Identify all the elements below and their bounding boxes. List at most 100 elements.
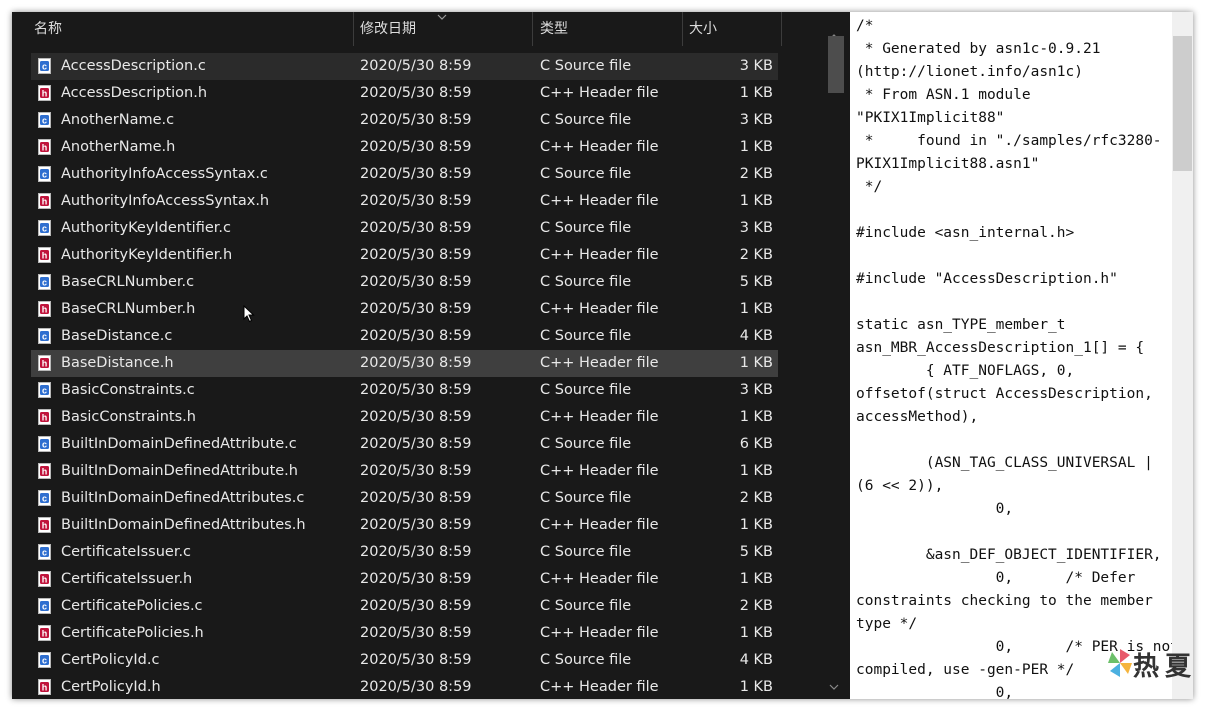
code-line: offsetof(struct AccessDescription, <box>856 386 1153 402</box>
svg-text:h: h <box>42 413 48 423</box>
file-date: 2020/5/30 8:59 <box>360 382 472 398</box>
file-size: 1 KB <box>739 463 773 479</box>
file-row[interactable]: c CertificatePolicies.c 2020/5/30 8:59 C So… <box>31 593 778 620</box>
code-line: (http://lionet.info/asn1c) <box>856 64 1083 80</box>
file-name: BuiltInDomainDefinedAttributes.c <box>61 490 305 506</box>
code-line: type */ <box>856 616 918 632</box>
file-date: 2020/5/30 8:59 <box>360 571 472 587</box>
file-row[interactable]: h BuiltInDomainDefinedAttribute.h 2020/5/3… <box>31 458 778 485</box>
file-row[interactable]: c BaseCRLNumber.c 2020/5/30 8:59 C Source f… <box>31 269 778 296</box>
file-date: 2020/5/30 8:59 <box>360 463 472 479</box>
c-source-file-icon: c <box>38 598 51 614</box>
explorer-window: 名称 修改日期 类型 大小 c AccessDescription.c 2020/5… <box>12 12 1193 699</box>
svg-text:c: c <box>42 602 47 612</box>
c-source-file-icon: c <box>38 436 51 452</box>
file-row[interactable]: h CertificatePolicies.h 2020/5/30 8:59 C++ … <box>31 620 778 647</box>
svg-text:h: h <box>42 197 48 207</box>
file-name: CertPolicyId.c <box>61 652 160 668</box>
file-row[interactable]: c AccessDescription.c 2020/5/30 8:59 C Sour… <box>31 53 778 80</box>
file-size: 1 KB <box>739 409 773 425</box>
svg-text:h: h <box>42 143 48 153</box>
column-divider[interactable] <box>353 12 354 46</box>
cpp-header-file-icon: h <box>38 193 51 209</box>
code-line: PKIX1Implicit88.asn1" <box>856 156 1040 172</box>
file-name: AuthorityInfoAccessSyntax.c <box>61 166 268 182</box>
column-date[interactable]: 修改日期 <box>360 12 530 46</box>
column-divider[interactable] <box>781 12 782 46</box>
code-line: #include "AccessDescription.h" <box>856 271 1118 287</box>
file-row[interactable]: c BaseDistance.c 2020/5/30 8:59 C Source fi… <box>31 323 778 350</box>
file-size: 3 KB <box>739 220 773 236</box>
file-row[interactable]: h BasicConstraints.h 2020/5/30 8:59 C++ Hea… <box>31 404 778 431</box>
file-row[interactable]: h AccessDescription.h 2020/5/30 8:59 C++ He… <box>31 80 778 107</box>
file-date: 2020/5/30 8:59 <box>360 112 472 128</box>
file-row[interactable]: c AuthorityKeyIdentifier.c 2020/5/30 8:59 C… <box>31 215 778 242</box>
file-size: 5 KB <box>739 544 773 560</box>
svg-text:h: h <box>42 683 48 693</box>
list-scrollbar[interactable] <box>826 30 844 695</box>
file-date: 2020/5/30 8:59 <box>360 409 472 425</box>
svg-text:c: c <box>42 332 47 342</box>
svg-text:h: h <box>42 629 48 639</box>
file-row[interactable]: h CertPolicyId.h 2020/5/30 8:59 C++ Header … <box>31 674 778 699</box>
file-name: AuthorityKeyIdentifier.c <box>61 220 231 236</box>
column-divider[interactable] <box>532 12 533 46</box>
file-size: 5 KB <box>739 274 773 290</box>
preview-scrollbar[interactable] <box>1172 12 1193 699</box>
file-type: C++ Header file <box>540 139 659 155</box>
code-line: /* <box>856 18 874 34</box>
file-size: 3 KB <box>739 382 773 398</box>
file-date: 2020/5/30 8:59 <box>360 652 472 668</box>
file-row[interactable]: c BasicConstraints.c 2020/5/30 8:59 C Sourc… <box>31 377 778 404</box>
file-row[interactable]: c AnotherName.c 2020/5/30 8:59 C Source fil… <box>31 107 778 134</box>
file-size: 1 KB <box>739 571 773 587</box>
code-line: accessMethod), <box>856 409 979 425</box>
column-divider[interactable] <box>682 12 683 46</box>
c-source-file-icon: c <box>38 166 51 182</box>
svg-text:c: c <box>42 62 47 72</box>
file-name: BaseCRLNumber.h <box>61 301 196 317</box>
file-type: C++ Header file <box>540 625 659 641</box>
file-row[interactable]: h BuiltInDomainDefinedAttributes.h 2020/5/… <box>31 512 778 539</box>
svg-text:h: h <box>42 89 48 99</box>
file-row[interactable]: c CertificateIssuer.c 2020/5/30 8:59 C Sour… <box>31 539 778 566</box>
file-type: C Source file <box>540 112 632 128</box>
file-row[interactable]: h BaseCRLNumber.h 2020/5/30 8:59 C++ Header… <box>31 296 778 323</box>
scroll-down-icon[interactable] <box>829 684 839 690</box>
column-type[interactable]: 类型 <box>540 12 680 46</box>
file-row[interactable]: h AuthorityInfoAccessSyntax.h 2020/5/30 8:… <box>31 188 778 215</box>
file-row[interactable]: h AnotherName.h 2020/5/30 8:59 C++ Header f… <box>31 134 778 161</box>
file-row[interactable]: h AuthorityKeyIdentifier.h 2020/5/30 8:59 C… <box>31 242 778 269</box>
file-date: 2020/5/30 8:59 <box>360 247 472 263</box>
code-preview[interactable]: /* * Generated by asn1c-0.9.21 (http://li… <box>856 15 1179 699</box>
file-type: C++ Header file <box>540 679 659 695</box>
file-row[interactable]: h CertificateIssuer.h 2020/5/30 8:59 C++ He… <box>31 566 778 593</box>
file-name: CertPolicyId.h <box>61 679 161 695</box>
file-size: 2 KB <box>739 247 773 263</box>
column-name[interactable]: 名称 <box>34 12 354 46</box>
file-type: C++ Header file <box>540 355 659 371</box>
file-list-pane: 名称 修改日期 类型 大小 c AccessDescription.c 2020/5… <box>12 12 846 699</box>
file-date: 2020/5/30 8:59 <box>360 85 472 101</box>
cpp-header-file-icon: h <box>38 139 51 155</box>
file-date: 2020/5/30 8:59 <box>360 625 472 641</box>
file-date: 2020/5/30 8:59 <box>360 679 472 695</box>
file-size: 2 KB <box>739 166 773 182</box>
list-scrollbar-thumb[interactable] <box>828 36 844 93</box>
file-name: AuthorityInfoAccessSyntax.h <box>61 193 270 209</box>
column-size[interactable]: 大小 <box>689 12 779 46</box>
file-date: 2020/5/30 8:59 <box>360 274 472 290</box>
file-name: AuthorityKeyIdentifier.h <box>61 247 233 263</box>
file-type: C++ Header file <box>540 247 659 263</box>
preview-scrollbar-thumb[interactable] <box>1173 36 1192 171</box>
file-row[interactable]: h BaseDistance.h 2020/5/30 8:59 C++ Header … <box>31 350 778 377</box>
file-row[interactable]: c BuiltInDomainDefinedAttributes.c 2020/5/… <box>31 485 778 512</box>
file-name: CertificateIssuer.h <box>61 571 193 587</box>
c-source-file-icon: c <box>38 490 51 506</box>
file-row[interactable]: c CertPolicyId.c 2020/5/30 8:59 C Source fi… <box>31 647 778 674</box>
preview-pane[interactable]: /* * Generated by asn1c-0.9.21 (http://li… <box>850 12 1193 699</box>
file-row[interactable]: c BuiltInDomainDefinedAttribute.c 2020/5/3… <box>31 431 778 458</box>
code-line: 0, /* Defer <box>856 570 1136 586</box>
file-row[interactable]: c AuthorityInfoAccessSyntax.c 2020/5/30 8:… <box>31 161 778 188</box>
